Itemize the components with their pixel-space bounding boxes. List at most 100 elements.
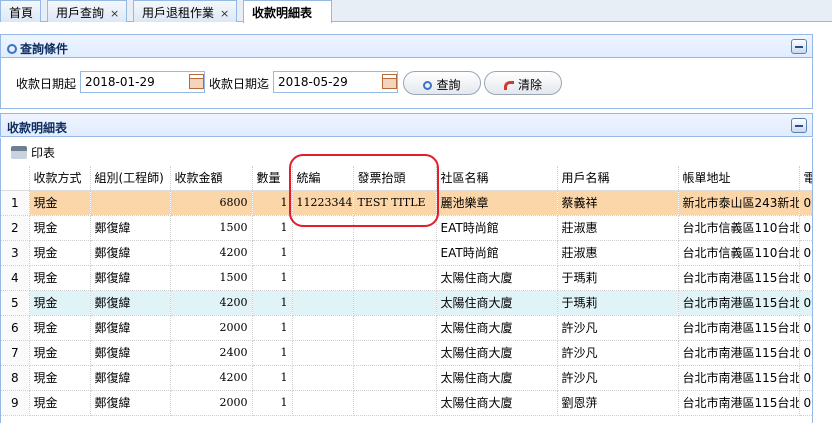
tab-user-query[interactable]: 用戶查詢 × xyxy=(47,0,127,22)
print-label: 印表 xyxy=(31,146,56,160)
table-cell xyxy=(90,190,171,216)
calendar-icon[interactable] xyxy=(189,74,204,89)
tab-label: 用戶查詢 xyxy=(56,6,105,20)
table-cell: 太陽住商大廈 xyxy=(436,265,558,291)
date-to-input[interactable] xyxy=(273,71,398,93)
table-cell: 現金 xyxy=(29,390,91,416)
table-cell: 09 xyxy=(799,215,812,241)
table-cell xyxy=(353,290,437,316)
table-cell: 許沙凡 xyxy=(557,365,679,391)
clear-button[interactable]: 清除 xyxy=(484,71,562,95)
header-row: 收款方式組別(工程師)收款金額數量統編發票抬頭社區名稱用戶名稱帳單地址電 xyxy=(1,166,812,191)
row-number: 3 xyxy=(1,240,30,266)
table-cell: 于瑪莉 xyxy=(557,290,679,316)
table-row[interactable]: 7現金鄭復緯24001 太陽住商大廈許沙凡台北市南港區115台北09 xyxy=(1,340,812,366)
grid-toolbar: 印表 xyxy=(1,138,812,166)
table-cell: 1 xyxy=(252,240,293,266)
column-header[interactable]: 收款方式 xyxy=(29,166,91,191)
column-header[interactable]: 收款金額 xyxy=(170,166,253,191)
magnifier-icon xyxy=(7,44,17,54)
table-cell: 4200 xyxy=(170,240,253,266)
table-cell: 09 xyxy=(799,390,812,416)
query-button-label: 查詢 xyxy=(436,78,461,92)
table-cell: 鄭復緯 xyxy=(90,365,171,391)
tab-label: 收款明細表 xyxy=(252,6,313,20)
table-cell: 現金 xyxy=(29,215,91,241)
table-cell: 11223344 xyxy=(292,190,354,216)
table-row[interactable]: 4現金鄭復緯15001 太陽住商大廈于瑪莉台北市南港區115台北09 xyxy=(1,265,812,291)
print-button[interactable]: 印表 xyxy=(11,146,55,160)
column-header[interactable]: 社區名稱 xyxy=(436,166,558,191)
tab-payment-detail[interactable]: 收款明細表 xyxy=(243,0,332,23)
table-cell: 太陽住商大廈 xyxy=(436,290,558,316)
table-cell: 鄭復緯 xyxy=(90,315,171,341)
table-cell: TEST TITLE xyxy=(353,190,437,216)
collapse-button[interactable] xyxy=(791,118,807,133)
table-cell xyxy=(353,365,437,391)
collapse-button[interactable] xyxy=(791,39,807,54)
column-header[interactable] xyxy=(1,166,30,191)
table-cell: 2000 xyxy=(170,315,253,341)
clear-button-label: 清除 xyxy=(517,78,542,92)
table-cell xyxy=(292,315,354,341)
table-row[interactable]: 8現金鄭復緯42001 太陽住商大廈許沙凡台北市南港區115台北09 xyxy=(1,365,812,391)
grid-panel-title: 收款明細表 xyxy=(7,121,68,135)
column-header[interactable]: 用戶名稱 xyxy=(557,166,679,191)
row-number: 1 xyxy=(1,190,30,216)
column-header[interactable]: 發票抬頭 xyxy=(353,166,437,191)
table-cell: 09 xyxy=(799,365,812,391)
table-cell: 1 xyxy=(252,215,293,241)
table-cell: 1 xyxy=(252,365,293,391)
table-cell: 現金 xyxy=(29,365,91,391)
table-cell: 09 xyxy=(799,290,812,316)
table-cell: 09 xyxy=(799,240,812,266)
table-cell: 台北市南港區115台北 xyxy=(678,265,800,291)
table-cell: 于瑪莉 xyxy=(557,265,679,291)
query-button[interactable]: 查詢 xyxy=(403,71,481,95)
table-header: 收款方式組別(工程師)收款金額數量統編發票抬頭社區名稱用戶名稱帳單地址電 xyxy=(1,166,812,191)
calendar-icon[interactable] xyxy=(382,74,397,89)
row-number: 8 xyxy=(1,365,30,391)
search-form: 收款日期起 收款日期迄 查詢 清除 xyxy=(0,58,813,109)
table-cell: 1 xyxy=(252,340,293,366)
table-row[interactable]: 2現金鄭復緯15001 EAT時尚館莊淑惠台北市信義區110台北09 xyxy=(1,215,812,241)
table-row[interactable]: 3現金鄭復緯42001 EAT時尚館莊淑惠台北市信義區110台北09 xyxy=(1,240,812,266)
table-cell xyxy=(292,290,354,316)
table-cell: 4200 xyxy=(170,365,253,391)
close-icon[interactable]: × xyxy=(220,7,229,20)
table-cell xyxy=(353,265,437,291)
tab-user-cancel[interactable]: 用戶退租作業 × xyxy=(133,0,237,22)
column-header[interactable]: 數量 xyxy=(252,166,293,191)
table-cell: 1 xyxy=(252,290,293,316)
column-header[interactable]: 統編 xyxy=(292,166,354,191)
date-from-input[interactable] xyxy=(80,71,205,93)
table-cell xyxy=(353,315,437,341)
column-header[interactable]: 帳單地址 xyxy=(678,166,800,191)
table-row[interactable]: 6現金鄭復緯20001 太陽住商大廈許沙凡台北市南港區115台北09 xyxy=(1,315,812,341)
table-cell: 台北市信義區110台北 xyxy=(678,215,800,241)
table-cell xyxy=(292,340,354,366)
column-header[interactable]: 組別(工程師) xyxy=(90,166,171,191)
table-row[interactable]: 5現金鄭復緯42001 太陽住商大廈于瑪莉台北市南港區115台北09 xyxy=(1,290,812,316)
table-cell: 現金 xyxy=(29,265,91,291)
table-cell: 鄭復緯 xyxy=(90,240,171,266)
table-cell: 2400 xyxy=(170,340,253,366)
table-cell: 麗池樂章 xyxy=(436,190,558,216)
search-icon xyxy=(423,81,433,90)
table-cell xyxy=(353,340,437,366)
payment-grid: 印表 收款方式組別(工程師)收款金額數量統編發票抬頭社區名稱用戶名稱帳單地址電 … xyxy=(0,138,813,423)
table-cell: 現金 xyxy=(29,190,91,216)
table-cell xyxy=(292,240,354,266)
table-cell: 鄭復緯 xyxy=(90,340,171,366)
table-row[interactable]: 1 現金 6800 1 11223344 TEST TITLE 麗池樂章 蔡義祥 新北市泰山區2… xyxy=(1,190,812,216)
row-number: 2 xyxy=(1,215,30,241)
table-cell: 2000 xyxy=(170,390,253,416)
table-cell: 許沙凡 xyxy=(557,340,679,366)
close-icon[interactable]: × xyxy=(110,7,119,20)
table-row[interactable]: 9現金鄭復緯20001 太陽住商大廈劉恩蓱台北市南港區115台北09 xyxy=(1,390,812,416)
table-cell xyxy=(292,265,354,291)
search-panel-header: 查詢條件 xyxy=(0,34,813,58)
table-cell: 1 xyxy=(252,315,293,341)
column-header[interactable]: 電 xyxy=(799,166,812,191)
tab-home[interactable]: 首頁 xyxy=(0,0,41,22)
